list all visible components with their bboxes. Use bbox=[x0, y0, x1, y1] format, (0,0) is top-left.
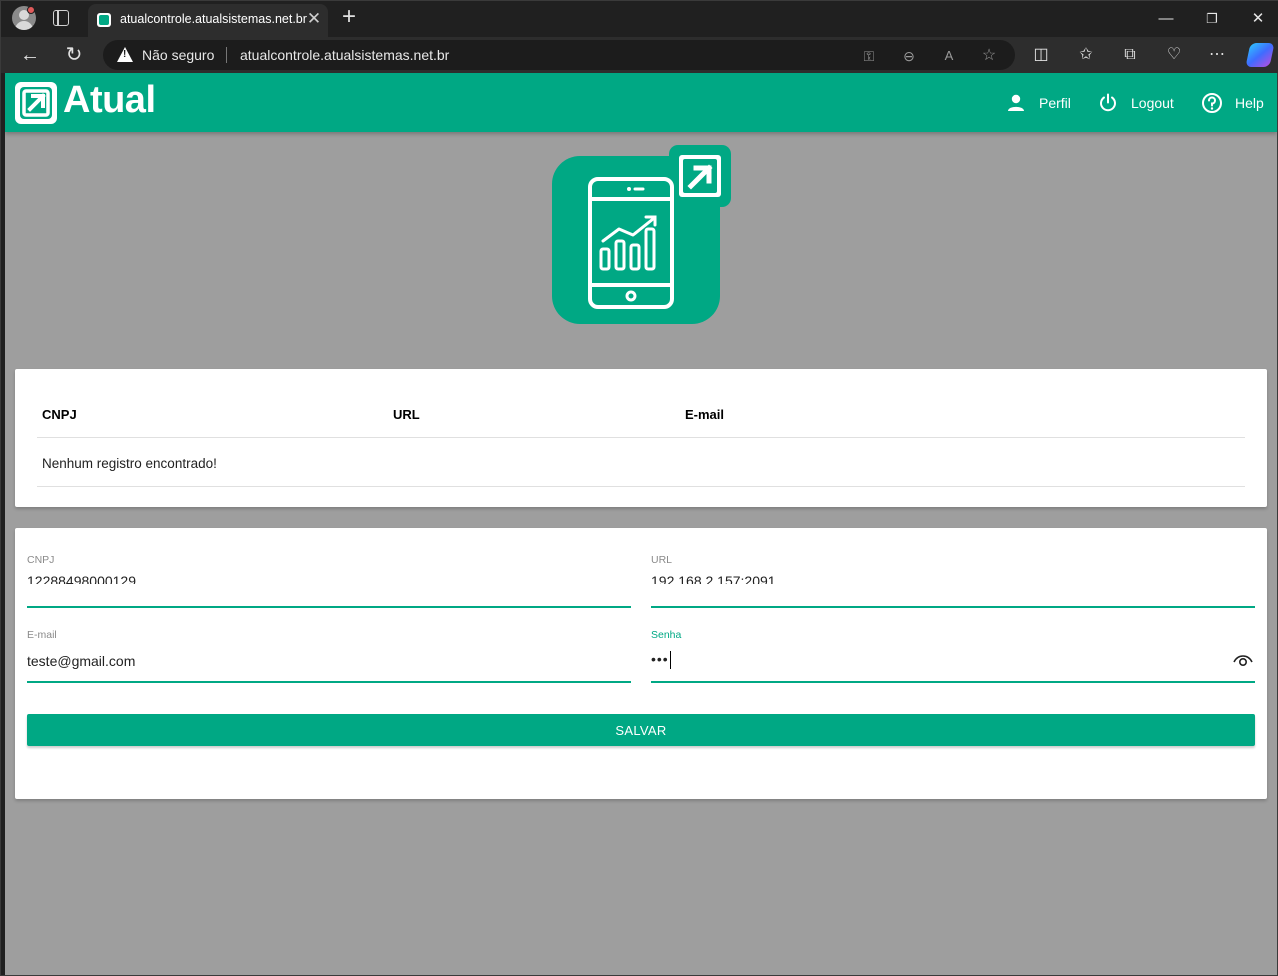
favorites-icon[interactable]: ✩ bbox=[1074, 43, 1098, 67]
column-header-url[interactable]: URL bbox=[393, 407, 420, 422]
back-icon[interactable]: ← bbox=[17, 43, 43, 67]
browser-tab-active[interactable]: atualcontrole.atualsistemas.net.br ✕ bbox=[88, 4, 328, 37]
header-divider bbox=[37, 437, 1245, 438]
url-separator bbox=[226, 47, 227, 63]
split-screen-icon[interactable]: ◫ bbox=[1029, 43, 1053, 67]
warning-icon bbox=[117, 47, 133, 62]
favicon-icon bbox=[97, 13, 111, 27]
reload-icon[interactable]: ↻ bbox=[61, 43, 87, 67]
favorite-star-icon[interactable]: ☆ bbox=[979, 46, 999, 66]
logout-link[interactable]: Logout bbox=[1097, 91, 1174, 115]
tab-close-icon[interactable]: ✕ bbox=[304, 9, 324, 29]
senha-label: Senha bbox=[651, 629, 682, 641]
empty-table-message: Nenhum registro encontrado! bbox=[42, 456, 217, 471]
app-illustration-icon bbox=[551, 145, 733, 327]
perfil-link[interactable]: Perfil bbox=[1005, 91, 1071, 115]
records-table: CNPJ URL E-mail Nenhum registro encontra… bbox=[15, 369, 1267, 507]
tab-strip: atualcontrole.atualsistemas.net.br ✕ + —… bbox=[1, 1, 1278, 37]
perfil-label: Perfil bbox=[1039, 95, 1071, 111]
profile-notification-dot bbox=[27, 6, 35, 14]
logout-label: Logout bbox=[1131, 95, 1174, 111]
cnpj-underline bbox=[27, 606, 631, 608]
tab-title: atualcontrole.atualsistemas.net.br bbox=[120, 12, 307, 26]
show-password-eye-icon[interactable] bbox=[1233, 653, 1253, 667]
zoom-out-icon[interactable]: ⊖ bbox=[899, 46, 919, 66]
logo-text[interactable]: Atual bbox=[63, 79, 156, 122]
read-aloud-icon[interactable]: A bbox=[939, 46, 959, 66]
url-field: URL 192.168.2.157:2091 bbox=[651, 554, 1255, 608]
column-header-cnpj[interactable]: CNPJ bbox=[42, 407, 77, 422]
senha-underline bbox=[651, 681, 1255, 683]
browser-essentials-icon[interactable]: ♡ bbox=[1162, 43, 1186, 67]
email-field: E-mail teste@gmail.com bbox=[27, 629, 631, 683]
url-text[interactable]: atualcontrole.atualsistemas.net.br bbox=[240, 47, 449, 63]
registration-form: CNPJ 12288498000129 URL 192.168.2.157:20… bbox=[15, 528, 1267, 799]
tab-actions-icon[interactable] bbox=[53, 10, 69, 26]
collections-icon[interactable]: ⧉ bbox=[1118, 43, 1142, 67]
minimize-icon[interactable]: — bbox=[1151, 7, 1181, 31]
cnpj-field: CNPJ 12288498000129 bbox=[27, 554, 631, 608]
new-tab-icon[interactable]: + bbox=[337, 5, 361, 31]
logo-icon[interactable] bbox=[15, 82, 57, 124]
cnpj-input[interactable]: 12288498000129 bbox=[27, 570, 617, 584]
security-label[interactable]: Não seguro bbox=[142, 47, 214, 63]
row-divider bbox=[37, 486, 1245, 487]
save-button[interactable]: SALVAR bbox=[27, 714, 1255, 746]
help-circle-icon bbox=[1201, 92, 1223, 114]
key-icon[interactable]: ⚿ bbox=[859, 46, 879, 66]
column-header-email[interactable]: E-mail bbox=[685, 407, 724, 422]
cnpj-label: CNPJ bbox=[27, 554, 55, 566]
app-header: Atual Perfil Logout Help bbox=[5, 73, 1277, 132]
address-bar[interactable]: Não seguro atualcontrole.atualsistemas.n… bbox=[103, 40, 1015, 70]
senha-field: Senha ••• bbox=[651, 629, 1255, 683]
person-icon bbox=[1005, 92, 1027, 114]
page-viewport: Atual Perfil Logout Help CNPJ URL E-mail… bbox=[5, 73, 1277, 975]
email-input[interactable]: teste@gmail.com bbox=[27, 653, 617, 677]
text-caret bbox=[669, 651, 671, 670]
email-label: E-mail bbox=[27, 629, 57, 641]
power-icon bbox=[1097, 92, 1119, 114]
senha-input[interactable]: ••• bbox=[651, 651, 671, 670]
window-close-icon[interactable]: ✕ bbox=[1243, 7, 1273, 31]
url-input[interactable]: 192.168.2.157:2091 bbox=[651, 570, 1241, 584]
help-label: Help bbox=[1235, 95, 1264, 111]
email-underline bbox=[27, 681, 631, 683]
browser-window: atualcontrole.atualsistemas.net.br ✕ + —… bbox=[0, 0, 1278, 976]
help-link[interactable]: Help bbox=[1201, 91, 1264, 115]
restore-icon[interactable]: ❐ bbox=[1197, 7, 1227, 31]
more-menu-icon[interactable]: ⋯ bbox=[1205, 43, 1229, 67]
url-label: URL bbox=[651, 554, 673, 566]
senha-masked-value: ••• bbox=[651, 651, 669, 667]
url-underline bbox=[651, 606, 1255, 608]
